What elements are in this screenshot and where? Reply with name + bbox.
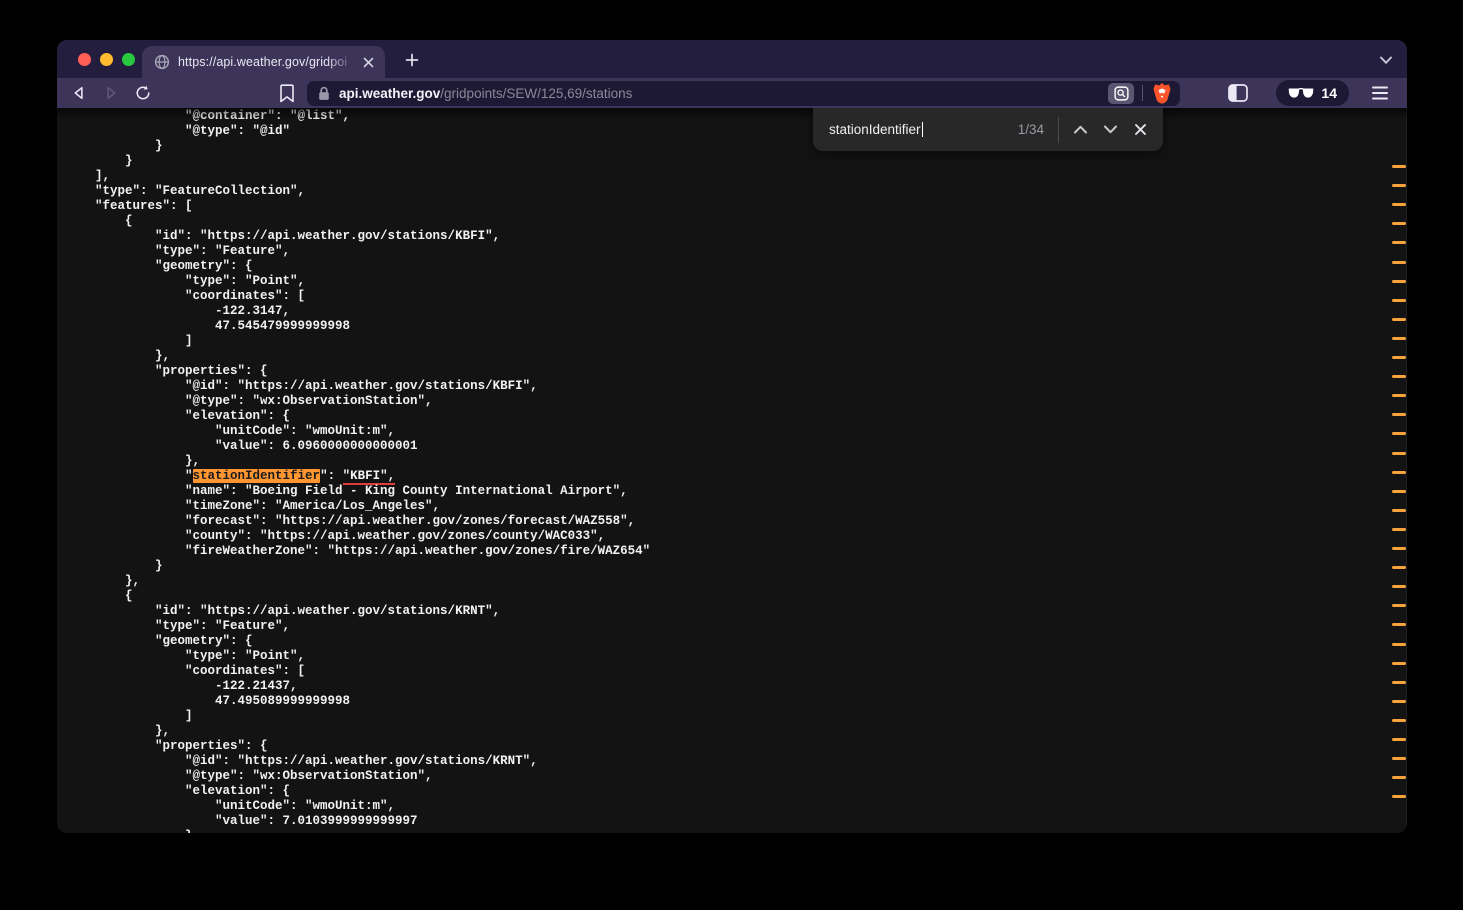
find-match-tick[interactable] <box>1392 241 1406 244</box>
url-path: /gridpoints/SEW/125,69/stations <box>440 86 632 101</box>
tab-search-button[interactable] <box>1377 52 1395 68</box>
brave-shields-button[interactable] <box>1151 81 1173 105</box>
find-match-tick[interactable] <box>1392 528 1406 531</box>
close-icon <box>363 57 374 68</box>
find-match-tick[interactable] <box>1392 585 1406 588</box>
sunglasses-icon <box>1288 88 1314 99</box>
menu-button[interactable] <box>1369 82 1391 104</box>
find-match-tick[interactable] <box>1392 413 1406 416</box>
find-match-tick[interactable] <box>1392 375 1406 378</box>
find-match-tick[interactable] <box>1392 776 1406 779</box>
find-next-button[interactable] <box>1095 116 1125 144</box>
urlbar-divider <box>1142 85 1143 101</box>
lock-icon <box>318 86 330 101</box>
find-match-tick[interactable] <box>1392 280 1406 283</box>
find-match-tick[interactable] <box>1392 719 1406 722</box>
find-match-tick[interactable] <box>1392 222 1406 225</box>
find-match-tick[interactable] <box>1392 318 1406 321</box>
tab-close-button[interactable] <box>359 53 377 71</box>
find-match-tick[interactable] <box>1392 471 1406 474</box>
find-match-tick[interactable] <box>1392 490 1406 493</box>
tab-bar: https://api.weather.gov/gridpoi <box>57 40 1407 78</box>
reload-button[interactable] <box>131 81 155 105</box>
back-button[interactable] <box>67 81 91 105</box>
find-previous-button[interactable] <box>1065 116 1095 144</box>
find-active-match: stationIdentifier <box>193 469 321 483</box>
find-match-tick[interactable] <box>1392 757 1406 760</box>
toolbar: api.weather.gov/gridpoints/SEW/125,69/st… <box>57 78 1407 108</box>
find-match-tick[interactable] <box>1392 566 1406 569</box>
browser-window: https://api.weather.gov/gridpoi <box>57 40 1407 833</box>
find-input[interactable]: stationIdentifier <box>829 122 923 137</box>
find-match-tick[interactable] <box>1392 165 1406 168</box>
find-match-tick[interactable] <box>1392 394 1406 397</box>
find-in-page-icon <box>1114 86 1129 101</box>
find-match-tick[interactable] <box>1392 604 1406 607</box>
maximize-window-button[interactable] <box>122 53 135 66</box>
underlined-value: "KBFI", <box>343 469 396 485</box>
tab-title: https://api.weather.gov/gridpoi <box>178 55 359 69</box>
page-content: "@container": "@list", "@type": "@id" } … <box>57 108 1407 833</box>
forward-button[interactable] <box>99 81 123 105</box>
find-match-tick[interactable] <box>1392 738 1406 741</box>
find-match-tick[interactable] <box>1392 623 1406 626</box>
forward-icon <box>102 84 120 102</box>
find-bar: stationIdentifier 1/34 <box>813 108 1163 151</box>
url-domain: api.weather.gov <box>339 86 440 101</box>
find-close-button[interactable] <box>1125 116 1155 144</box>
find-match-tick[interactable] <box>1392 547 1406 550</box>
find-match-tick[interactable] <box>1392 203 1406 206</box>
find-match-tick[interactable] <box>1392 184 1406 187</box>
bookmark-button[interactable] <box>275 81 299 105</box>
chevron-down-icon <box>1379 56 1393 65</box>
text-caret <box>922 122 924 137</box>
chevron-down-icon <box>1103 125 1118 134</box>
find-match-tick[interactable] <box>1392 356 1406 359</box>
close-window-button[interactable] <box>78 53 91 66</box>
find-divider <box>1058 117 1059 143</box>
find-match-tick[interactable] <box>1392 643 1406 646</box>
window-controls <box>78 53 135 66</box>
minimize-window-button[interactable] <box>100 53 113 66</box>
find-match-count: 1/34 <box>1018 122 1044 137</box>
back-icon <box>70 84 88 102</box>
find-match-tick[interactable] <box>1392 261 1406 264</box>
find-match-tick[interactable] <box>1392 795 1406 798</box>
scrollbar-match-ticks[interactable] <box>1392 108 1406 833</box>
json-code: "@container": "@list", "@type": "@id" } … <box>65 109 650 833</box>
close-icon <box>1134 123 1147 136</box>
find-match-tick[interactable] <box>1392 662 1406 665</box>
tab-active[interactable]: https://api.weather.gov/gridpoi <box>142 46 385 78</box>
find-match-tick[interactable] <box>1392 299 1406 302</box>
find-match-tick[interactable] <box>1392 509 1406 512</box>
sidebar-toggle-icon <box>1228 84 1248 102</box>
chevron-up-icon <box>1073 125 1088 134</box>
address-bar[interactable]: api.weather.gov/gridpoints/SEW/125,69/st… <box>307 81 1180 106</box>
sidebar-toggle-button[interactable] <box>1226 81 1250 105</box>
find-match-tick[interactable] <box>1392 432 1406 435</box>
find-match-tick[interactable] <box>1392 452 1406 455</box>
find-match-tick[interactable] <box>1392 337 1406 340</box>
find-in-page-button[interactable] <box>1108 83 1134 104</box>
globe-icon <box>154 54 170 70</box>
find-query-text: stationIdentifier <box>829 122 921 137</box>
brave-shield-icon <box>1152 82 1172 104</box>
rewards-count: 14 <box>1321 85 1337 101</box>
plus-icon <box>405 53 419 67</box>
bookmark-icon <box>279 84 295 103</box>
find-match-tick[interactable] <box>1392 700 1406 703</box>
reload-icon <box>134 84 152 102</box>
new-tab-button[interactable] <box>402 50 422 70</box>
menu-icon <box>1372 86 1388 100</box>
brave-rewards-pill[interactable]: 14 <box>1276 80 1349 106</box>
url-text: api.weather.gov/gridpoints/SEW/125,69/st… <box>339 86 632 101</box>
find-match-tick[interactable] <box>1392 681 1406 684</box>
